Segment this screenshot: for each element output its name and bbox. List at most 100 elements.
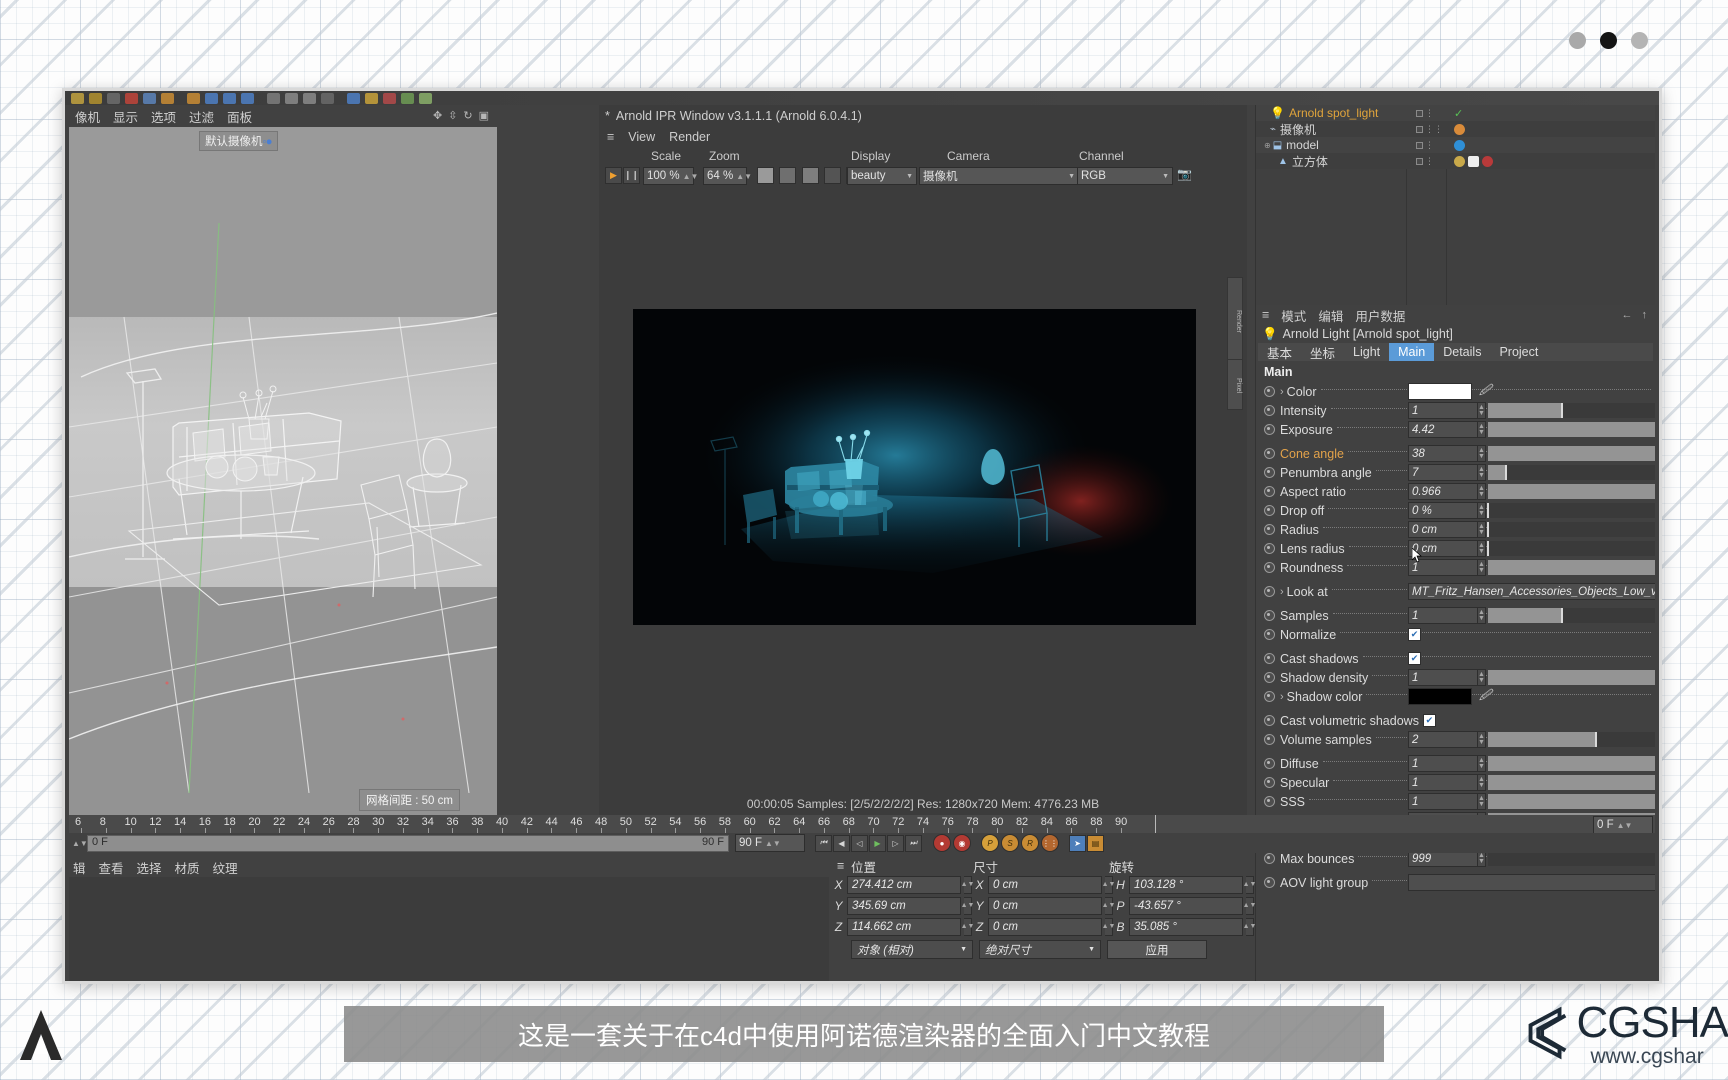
toolbar-icon-15[interactable]	[347, 93, 360, 104]
attribute-slider[interactable]	[1488, 775, 1655, 790]
timeline-ruler[interactable]: 6810121416182022242628303234363840424446…	[69, 815, 1655, 833]
color-swatch[interactable]	[1408, 383, 1472, 400]
object-tags[interactable]	[1454, 156, 1493, 167]
attribute-toggle-bullet[interactable]	[1264, 672, 1275, 683]
tab-basic[interactable]: 基本	[1258, 343, 1301, 361]
attribute-slider[interactable]	[1488, 794, 1655, 809]
step-back-icon[interactable]: ◁	[851, 835, 868, 852]
timeline-range-bar[interactable]: 0 F 90 F	[87, 835, 729, 852]
position-y-input[interactable]: 345.69 cm	[847, 897, 961, 915]
frame-spinner[interactable]: ▲▼	[72, 840, 79, 847]
play-icon[interactable]: ▶	[869, 835, 886, 852]
attribute-slider[interactable]	[1488, 851, 1655, 866]
pan-icon[interactable]: ✥	[433, 109, 442, 122]
maximize-icon[interactable]: ▣	[479, 109, 489, 122]
attribute-text-field[interactable]: MT_Fritz_Hansen_Accessories_Objects_Low_…	[1408, 583, 1655, 600]
expand-icon[interactable]: ⊕	[1264, 141, 1271, 150]
viewport-3d[interactable]: 默认摄像机◦● 网格间距 : 50 cm	[69, 127, 497, 815]
up-arrow-icon[interactable]: ↑	[1642, 309, 1648, 321]
size-z-spinner[interactable]: ▲▼	[1105, 918, 1113, 936]
tab-light[interactable]: Light	[1344, 343, 1389, 361]
object-visibility-dots[interactable]: ⋮	[1416, 156, 1434, 167]
attribute-number-field[interactable]: 1	[1408, 793, 1478, 810]
attribute-slider[interactable]	[1488, 522, 1655, 537]
tab-project[interactable]: Project	[1490, 343, 1547, 361]
ipr-scale-field[interactable]: 100 %▲▼	[643, 167, 694, 185]
apply-button[interactable]: 应用	[1107, 940, 1207, 959]
key-rotation-icon[interactable]: R	[1021, 834, 1039, 852]
end-frame-field[interactable]: 90 F▲▼	[735, 834, 805, 852]
rotation-h-spinner[interactable]: ▲▼	[1246, 876, 1254, 894]
ipr-zoom-field[interactable]: 64 %▲▼	[703, 167, 747, 185]
attribute-toggle-bullet[interactable]	[1264, 691, 1275, 702]
ipr-play-button[interactable]: ▶	[605, 167, 622, 184]
attribute-toggle-bullet[interactable]	[1264, 467, 1275, 478]
toolbar-icon-9[interactable]	[223, 93, 236, 104]
attribute-toggle-bullet[interactable]	[1264, 877, 1275, 888]
object-visibility-dots[interactable]: ⋮	[1416, 140, 1434, 151]
toolbar-icon-8[interactable]	[205, 93, 218, 104]
toolbar-icon-3[interactable]	[107, 93, 120, 104]
attribute-number-field[interactable]: 0.966	[1408, 483, 1478, 500]
position-x-input[interactable]: 274.412 cm	[847, 876, 961, 894]
attribute-spinner[interactable]: ▲▼	[1478, 502, 1486, 519]
attribute-spinner[interactable]: ▲▼	[1478, 793, 1486, 810]
coordinate-mode-select[interactable]: 对象 (相对)▼	[851, 940, 973, 959]
ipr-menu-render[interactable]: Render	[669, 130, 710, 144]
attributes-hamburger-icon[interactable]: ≡	[1262, 308, 1269, 322]
attribute-checkbox[interactable]: ✔	[1423, 714, 1436, 727]
attributes-menu-edit[interactable]: 编辑	[1318, 306, 1343, 325]
toolbar-icon-11[interactable]	[267, 93, 280, 104]
eyedropper-icon[interactable]: 🖉	[1479, 381, 1492, 402]
coordinates-hamburger-icon[interactable]: ≡	[837, 859, 851, 873]
attribute-number-field[interactable]: 1	[1408, 669, 1478, 686]
ipr-pixel-side-tab[interactable]: Pixel	[1227, 359, 1243, 410]
toolbar-icon-5[interactable]	[143, 93, 156, 104]
toolbar-icon-12[interactable]	[285, 93, 298, 104]
attribute-toggle-bullet[interactable]	[1264, 448, 1275, 459]
ipr-camera-select[interactable]: 摄像机▼	[919, 167, 1079, 185]
viewport-menu-panel[interactable]: 面板	[227, 107, 252, 126]
object-visibility-dots[interactable]: ⋮	[1416, 108, 1434, 119]
material-menu-material[interactable]: 材质	[175, 858, 200, 877]
toolbar-icon-13[interactable]	[303, 93, 316, 104]
attribute-toggle-bullet[interactable]	[1264, 734, 1275, 745]
toolbar-icon-14[interactable]	[321, 93, 334, 104]
color-swatch[interactable]	[1408, 688, 1472, 705]
rotation-b-input[interactable]: 35.085 °	[1129, 918, 1243, 936]
toolbar-icon-18[interactable]	[401, 93, 414, 104]
key-param-icon[interactable]: ⋮⋮	[1041, 834, 1059, 852]
attribute-toggle-bullet[interactable]	[1264, 796, 1275, 807]
material-menu-view[interactable]: 查看	[99, 858, 124, 877]
attribute-toggle-bullet[interactable]	[1264, 505, 1275, 516]
attribute-checkbox[interactable]: ✔	[1408, 652, 1421, 665]
goto-end-icon[interactable]: ⏭	[905, 835, 922, 852]
toolbar-icon-16[interactable]	[365, 93, 378, 104]
attribute-toggle-bullet[interactable]	[1264, 758, 1275, 769]
attribute-spinner[interactable]: ▲▼	[1478, 774, 1486, 791]
toolbar-icon-2[interactable]	[89, 93, 102, 104]
attribute-spinner[interactable]: ▲▼	[1478, 464, 1486, 481]
material-menu-select[interactable]: 选择	[137, 858, 162, 877]
step-forward-icon[interactable]: ▷	[887, 835, 904, 852]
material-menu-edit[interactable]: 辑	[73, 858, 86, 877]
material-manager-area[interactable]	[69, 877, 829, 981]
attribute-number-field[interactable]: 1	[1408, 755, 1478, 772]
timeline-current-frame-field[interactable]: 0 F▲▼	[1593, 816, 1653, 834]
viewport-menu-options[interactable]: 选项	[151, 107, 176, 126]
attribute-number-field[interactable]: 7	[1408, 464, 1478, 481]
attribute-toggle-bullet[interactable]	[1264, 853, 1275, 864]
grid-overlay-icon[interactable]	[779, 167, 796, 184]
attribute-toggle-bullet[interactable]	[1264, 386, 1275, 397]
attribute-slider[interactable]	[1488, 670, 1655, 685]
attribute-spinner[interactable]: ▲▼	[1478, 669, 1486, 686]
attribute-number-field[interactable]: 1	[1408, 774, 1478, 791]
attribute-spinner[interactable]: ▲▼	[1478, 402, 1486, 419]
attribute-slider[interactable]	[1488, 403, 1655, 418]
position-y-spinner[interactable]: ▲▼	[964, 897, 972, 915]
attribute-number-field[interactable]: 0 cm	[1408, 540, 1478, 557]
goto-start-icon[interactable]: ⏮	[815, 835, 832, 852]
attribute-slider[interactable]	[1488, 446, 1655, 461]
window-dot-3[interactable]	[1631, 32, 1648, 49]
ipr-channel-select[interactable]: RGB▼	[1077, 167, 1173, 185]
